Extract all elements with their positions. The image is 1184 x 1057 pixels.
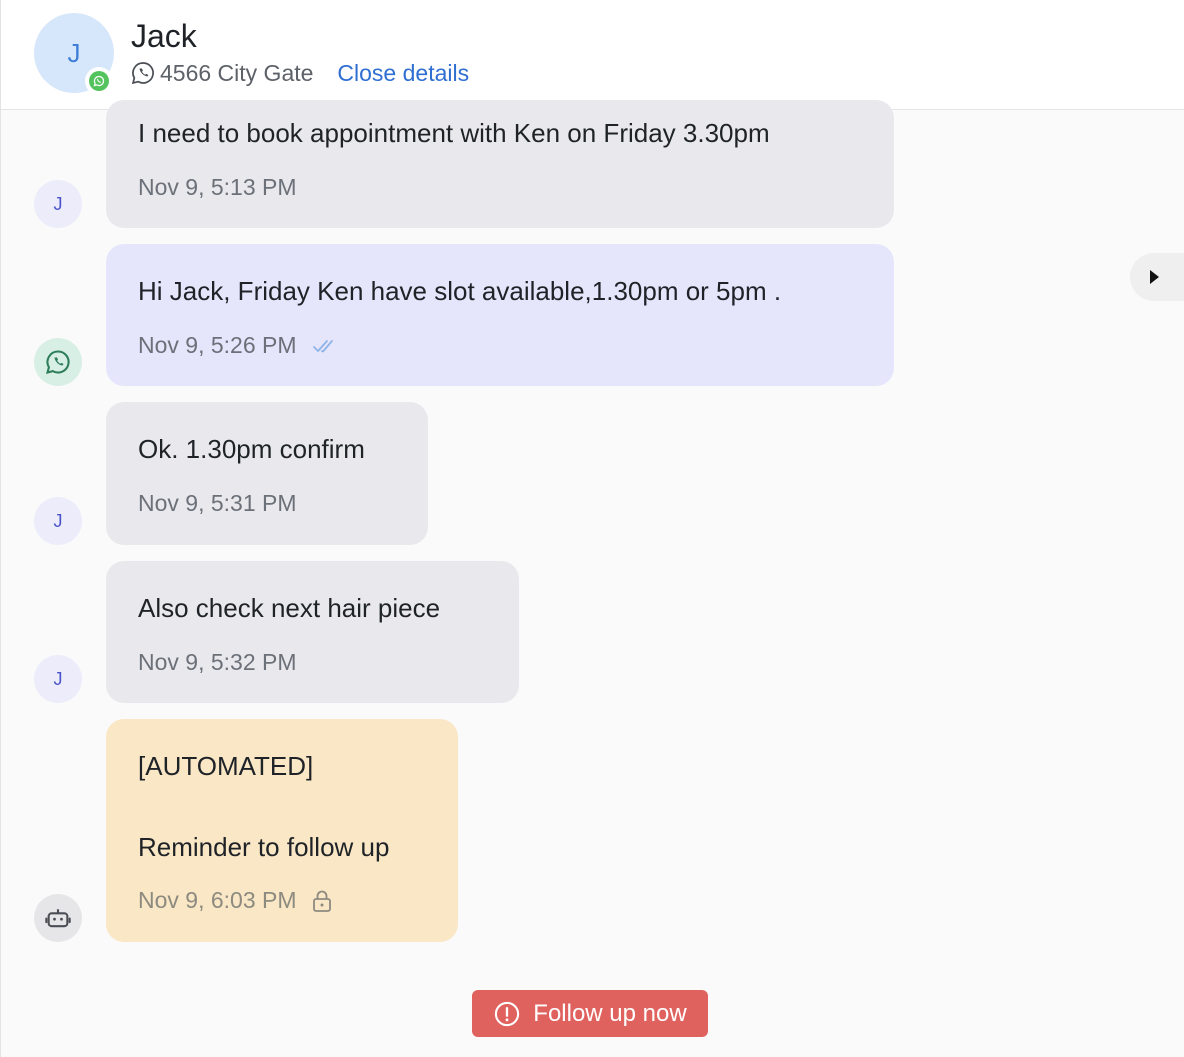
avatar-initial: J: [53, 193, 63, 214]
message-timestamp: Nov 9, 5:26 PM: [138, 332, 297, 358]
whatsapp-icon: [89, 71, 109, 91]
conversation-header: J Jack 4566 City Gate Close details: [1, 0, 1184, 110]
alert-circle-icon: [493, 1000, 521, 1028]
bot-icon: [44, 904, 72, 932]
contact-mini-avatar: J: [34, 180, 82, 228]
caret-right-icon: [1148, 269, 1160, 285]
whatsapp-channel-avatar: [34, 338, 82, 386]
automated-note-bubble: [AUTOMATED] Reminder to follow up Nov 9,…: [106, 719, 458, 942]
expand-panel-toggle[interactable]: [1130, 253, 1184, 301]
contact-meta: 4566 City Gate Close details: [130, 58, 469, 88]
message-timestamp: Nov 9, 5:13 PM: [138, 174, 297, 200]
contact-name: Jack: [131, 18, 197, 54]
follow-up-now-button[interactable]: Follow up now: [472, 990, 708, 1037]
avatar-initial: J: [53, 510, 63, 531]
contact-mini-avatar: J: [34, 497, 82, 545]
double-check-icon: [311, 337, 339, 355]
follow-up-label: Follow up now: [533, 999, 687, 1027]
whatsapp-badge: [85, 67, 113, 95]
contact-avatar-initial: J: [67, 37, 81, 68]
message-text: Also check next hair piece: [138, 593, 441, 623]
note-text: Reminder to follow up: [138, 832, 390, 862]
message-text: I need to book appointment with Ken on F…: [138, 118, 770, 148]
message-text: Hi Jack, Friday Ken have slot available,…: [138, 276, 782, 306]
message-bubble-incoming: Also check next hair piece Nov 9, 5:32 P…: [106, 561, 519, 703]
whatsapp-icon: [130, 60, 156, 86]
avatar-initial: J: [53, 668, 63, 689]
message-timestamp-row: Nov 9, 5:26 PM: [138, 332, 339, 359]
message-timestamp-row: Nov 9, 6:03 PM: [138, 887, 333, 914]
message-timestamp: Nov 9, 5:32 PM: [138, 649, 297, 675]
contact-location: 4566 City Gate: [160, 59, 314, 86]
message-timestamp: Nov 9, 6:03 PM: [138, 887, 297, 913]
message-bubble-incoming: Ok. 1.30pm confirm Nov 9, 5:31 PM: [106, 402, 428, 545]
message-text: Ok. 1.30pm confirm: [138, 434, 365, 464]
conversation-panel: J Jack 4566 City Gate Close details I ne…: [0, 0, 1184, 1057]
bot-avatar: [34, 894, 82, 942]
message-timestamp: Nov 9, 5:31 PM: [138, 490, 297, 516]
note-title: [AUTOMATED]: [138, 751, 314, 781]
message-bubble-incoming: I need to book appointment with Ken on F…: [106, 100, 894, 228]
message-bubble-outgoing: Hi Jack, Friday Ken have slot available,…: [106, 244, 894, 386]
close-details-link[interactable]: Close details: [337, 60, 469, 87]
lock-icon: [311, 889, 333, 913]
contact-mini-avatar: J: [34, 655, 82, 703]
whatsapp-icon: [44, 348, 72, 376]
